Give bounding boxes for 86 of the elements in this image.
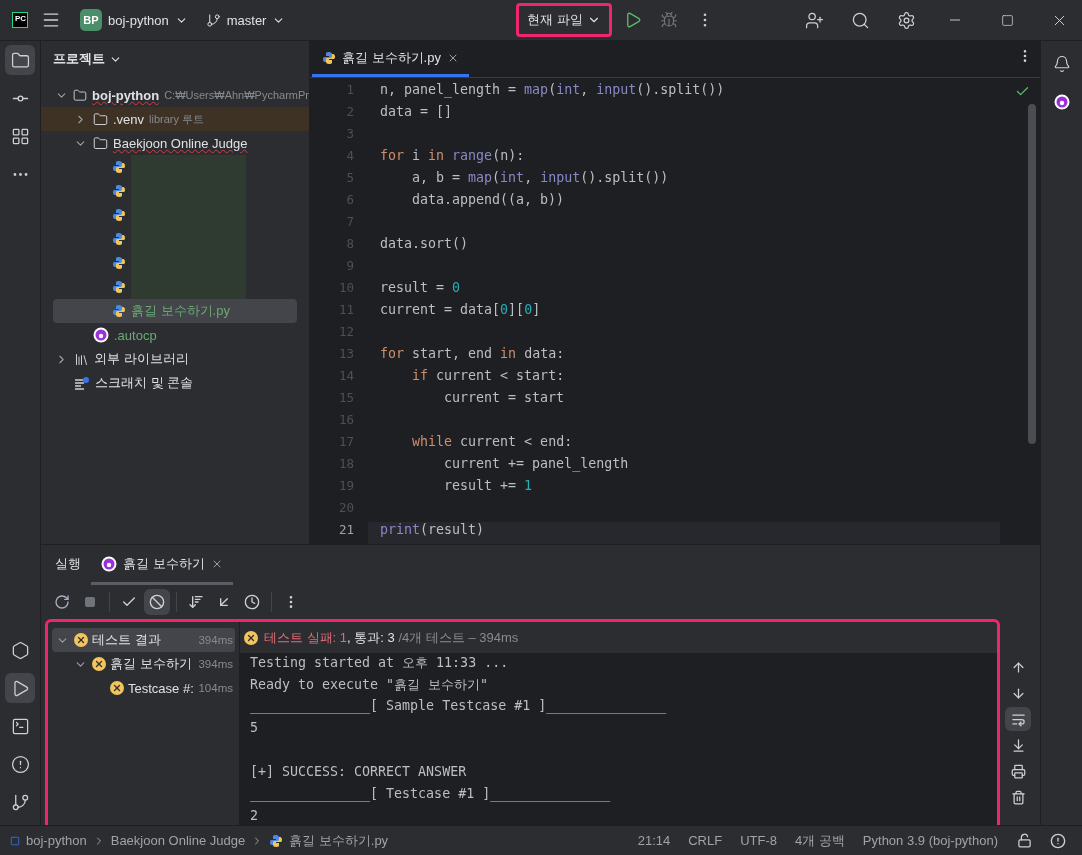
project-badge: BP (80, 9, 102, 31)
tree-label[interactable]: boj-python (92, 87, 160, 103)
test-summary: 테스트 실패: 1, 통과: 3 /4개 테스트 – 394ms (264, 628, 519, 647)
selected-row[interactable]: 흙길 보수하기.py (53, 299, 297, 323)
scrollbar[interactable] (1028, 104, 1036, 444)
status-item[interactable]: 21:14 (631, 833, 677, 848)
python-file-icon (269, 833, 284, 848)
scratch-icon (74, 376, 90, 390)
console-line: [+] SUCCESS: CORRECT ANSWER (250, 764, 468, 781)
tree-hint: library 루트 (149, 111, 205, 127)
console-line: Ready to execute "흙길 보수하기" (250, 676, 490, 694)
tree-hint: C:₩Users₩Ahn₩PycharmPr (164, 89, 309, 101)
module-icon (10, 835, 20, 846)
tree-label[interactable]: 외부 라이브러리 (94, 350, 189, 368)
code-line: while current < end: (411, 434, 573, 449)
console-line: 2 (250, 808, 259, 825)
python-file-icon (112, 232, 126, 246)
code-line: result = 0 (380, 280, 461, 295)
code-line: result += 1 (443, 478, 533, 493)
round-logo-icon (1053, 94, 1070, 110)
code-line: n, panel_length = map(int, input().split()) (380, 82, 725, 97)
run-icon[interactable] (5, 673, 35, 703)
project-selector[interactable]: BP boj-python (74, 5, 194, 35)
code-line: for i in range(n): (380, 148, 525, 163)
code-line: current += panel_length (443, 456, 629, 471)
branch-icon (205, 12, 221, 28)
code-line: print(result) (380, 522, 485, 537)
code-line: data.append((a, b)) (411, 192, 565, 207)
code-line: data.sort() (380, 236, 469, 251)
tree-label[interactable]: .autocp (114, 327, 157, 343)
folder-icon (93, 111, 108, 127)
ignored-filter-icon[interactable] (144, 589, 170, 615)
code-line: a, b = map(int, input().split()) (411, 170, 669, 185)
selected-row[interactable]: 테스트 결과 394ms (52, 628, 235, 652)
tab-label[interactable]: 흙길 보수하기 (123, 554, 205, 573)
code-line: current = data[0][0] (380, 302, 541, 317)
console-line: _______________[ Testcase #1 ]_______________ (250, 786, 612, 804)
app-logo[interactable]: PC (12, 12, 28, 28)
breadcrumb[interactable]: 흙길 보수하기.py (289, 831, 389, 850)
test-name[interactable]: Testcase #: (128, 680, 194, 696)
status-item[interactable]: CRLF (682, 833, 729, 848)
library-row[interactable]: .venv library 루트 (41, 107, 309, 131)
project-panel-title[interactable]: 프로젝트 (53, 50, 122, 68)
tree-label[interactable]: 스크래치 및 콘솔 (95, 374, 194, 392)
code-line: data = [] (380, 104, 453, 119)
python-file-icon (112, 280, 126, 294)
tab-label[interactable]: 흙길 보수하기.py (342, 48, 441, 67)
round-logo-icon (101, 555, 117, 572)
library-icon (74, 351, 89, 367)
wrap-icon[interactable] (1005, 707, 1031, 731)
branch-selector[interactable]: master (199, 8, 292, 32)
console-line: Testing started at 오후 11:33 ... (250, 654, 510, 672)
test-name[interactable]: 흙길 보수하기 (110, 655, 192, 673)
breadcrumb[interactable]: Baekjoon Online Judge (110, 833, 246, 848)
breadcrumb[interactable]: boj-python (26, 833, 87, 848)
round-logo-icon (93, 327, 109, 343)
test-time: 394ms (198, 634, 234, 646)
editor-tab[interactable]: 흙길 보수하기.py (312, 41, 469, 77)
python-file-icon (322, 50, 336, 65)
console-line: _______________[ Sample Testcase #1 ]_______________ (250, 698, 668, 716)
python-file-icon (112, 304, 126, 318)
tab-label[interactable]: 실행 (55, 554, 81, 573)
test-time: 394ms (198, 658, 234, 670)
tree-label[interactable]: Baekjoon Online Judge (113, 135, 248, 151)
test-name[interactable]: 테스트 결과 (92, 631, 161, 649)
code-line: for start, end in data: (380, 346, 565, 361)
folder-icon (93, 135, 108, 151)
status-item[interactable]: 4개 공백 (789, 831, 851, 850)
python-file-icon (112, 256, 126, 270)
folder-icon[interactable] (5, 45, 35, 75)
run-tab[interactable]: 흙길 보수하기 (91, 545, 233, 585)
panel-title[interactable]: 실행 (45, 545, 91, 585)
console-line: 5 (250, 720, 259, 737)
code-line: if current < start: (411, 368, 565, 383)
run-config-selector[interactable]: 현재 파일 (516, 3, 612, 37)
line-number: 21 (338, 522, 354, 539)
tree-label[interactable]: .venv (113, 111, 145, 127)
status-item[interactable]: UTF-8 (734, 833, 783, 848)
test-time: 104ms (198, 682, 234, 694)
python-file-icon (112, 208, 126, 222)
tree-label[interactable]: 흙길 보수하기.py (131, 302, 230, 320)
code-line: current = start (443, 390, 565, 405)
python-file-icon (112, 184, 126, 198)
folder-icon (73, 87, 87, 103)
status-item[interactable]: Python 3.9 (boj-python) (856, 833, 1004, 848)
python-file-icon (112, 160, 126, 174)
